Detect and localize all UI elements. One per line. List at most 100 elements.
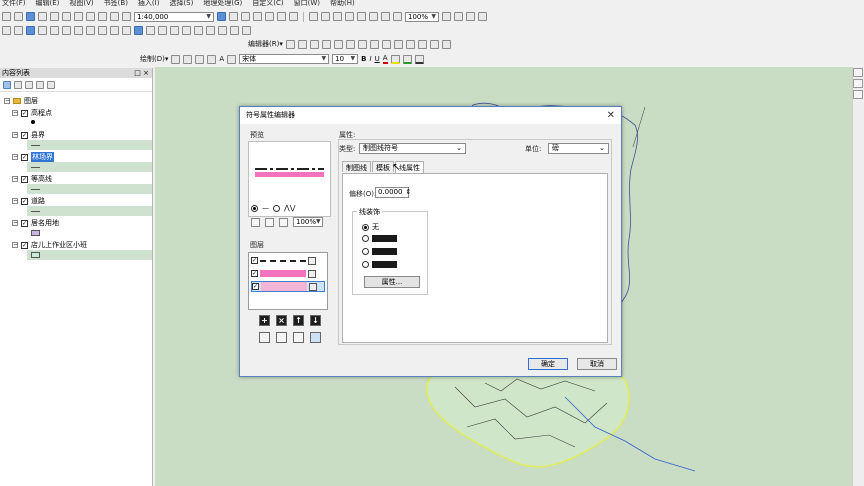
new-icon[interactable] (2, 12, 11, 21)
time-slider-icon[interactable] (218, 25, 227, 35)
cancel-button[interactable]: 取消 (577, 358, 617, 370)
symbol-layer-row[interactable]: ✓ (251, 255, 325, 266)
toc-layer-elevation-points[interactable]: − ✓ 高程点 (12, 108, 52, 118)
preview-zigzag-radio[interactable] (273, 204, 280, 212)
collapse-icon[interactable]: − (12, 176, 18, 182)
find-route-icon[interactable] (194, 25, 203, 35)
collapse-icon[interactable]: − (12, 110, 18, 116)
list-by-selection-icon[interactable] (36, 80, 44, 89)
copy-icon[interactable] (62, 12, 71, 21)
select-features-icon[interactable] (98, 25, 107, 35)
collapse-icon[interactable]: − (12, 132, 18, 138)
spinner-arrows-icon[interactable]: ⇕ (406, 188, 412, 197)
toc-layer-work-area-subcompartment[interactable]: − ✓ 店儿上作业区小班 (12, 240, 87, 250)
symbol-layer-row-selected[interactable]: ✓ (251, 281, 325, 292)
line-symbol-icon[interactable] (31, 189, 40, 190)
decoration-both-arrows-radio[interactable] (362, 261, 369, 268)
rotate-icon[interactable] (405, 39, 415, 49)
go-to-xy-icon[interactable] (206, 25, 215, 35)
marker-color-icon[interactable] (414, 54, 424, 64)
point-symbol-icon[interactable] (31, 120, 35, 124)
move-up-icon[interactable]: ↑ (293, 315, 304, 326)
layout-fixed-zoom-out-icon[interactable] (369, 12, 378, 21)
collapse-icon[interactable]: − (12, 198, 18, 204)
layer-visibility-checkbox[interactable]: ✓ (21, 109, 28, 117)
zoom-in-icon[interactable] (2, 25, 11, 35)
remove-layer-icon[interactable]: × (276, 315, 287, 326)
decoration-start-arrow-radio[interactable] (362, 235, 369, 242)
html-popup-icon[interactable] (158, 25, 167, 35)
lock-icon[interactable] (308, 269, 316, 278)
unit-combo[interactable]: 磅 ⌄ (548, 143, 609, 154)
fill-color-icon[interactable] (390, 54, 400, 64)
cut-polygon-icon[interactable] (381, 39, 391, 49)
decoration-option-start-arrow[interactable] (362, 235, 397, 242)
model-builder-icon[interactable] (289, 12, 298, 21)
layer-visibility-checkbox[interactable]: ✓ (21, 153, 28, 161)
fixed-zoom-out-icon[interactable] (62, 25, 71, 35)
measure-icon[interactable] (170, 25, 179, 35)
layout-focus-icon[interactable] (466, 12, 475, 21)
toc-layer-forest-farm-boundary[interactable]: − ✓ 林场界 (12, 152, 54, 162)
paste-layer-icon[interactable] (276, 332, 287, 343)
collapse-icon[interactable]: − (12, 242, 18, 248)
undo-icon[interactable] (98, 12, 107, 21)
python-icon[interactable] (277, 12, 286, 21)
search-dock-tab[interactable] (853, 79, 863, 88)
symbol-layer-checkbox[interactable]: ✓ (252, 283, 259, 290)
polygon-symbol-icon[interactable] (31, 252, 40, 258)
catalog-dock-tab[interactable] (853, 68, 863, 77)
split-icon[interactable] (393, 39, 403, 49)
actual-size-icon[interactable] (279, 217, 288, 227)
decoration-option-both-arrows[interactable] (362, 261, 397, 268)
list-by-drawing-order-icon[interactable] (3, 80, 11, 89)
cut-icon[interactable] (50, 12, 59, 21)
line-symbol-icon[interactable] (31, 211, 40, 212)
point-icon[interactable] (345, 39, 355, 49)
symbol-layer-checkbox[interactable]: ✓ (251, 257, 258, 264)
tab-cartographic-line[interactable]: 制图线 (342, 161, 371, 172)
collapse-icon[interactable]: − (12, 154, 18, 160)
edit-vertices-draw-icon[interactable] (227, 54, 237, 64)
menu-help[interactable]: 帮助(H) (330, 0, 355, 9)
layout-forward-icon[interactable] (393, 12, 402, 21)
line-symbol-icon[interactable] (31, 167, 40, 168)
layer-visibility-checkbox[interactable]: ✓ (21, 219, 28, 227)
create-features-icon[interactable] (441, 39, 451, 49)
pan-icon[interactable] (26, 25, 35, 35)
zoom-in-icon[interactable] (251, 217, 260, 227)
decoration-none-radio[interactable] (362, 223, 369, 231)
arctoolbox-icon[interactable] (265, 12, 274, 21)
list-by-visibility-icon[interactable] (25, 80, 33, 89)
italic-button[interactable]: I (370, 55, 372, 63)
reshape-icon[interactable] (369, 39, 379, 49)
menu-insert[interactable]: 插入(I) (138, 0, 160, 9)
toc-layer-county-boundary[interactable]: − ✓ 县界 (12, 130, 45, 140)
viewer-window-icon[interactable] (230, 25, 239, 35)
layout-zoom-in-icon[interactable] (309, 12, 318, 21)
layout-draft-icon[interactable] (454, 12, 463, 21)
layout-full-extent-icon[interactable] (345, 12, 354, 21)
close-icon[interactable]: □ × (134, 68, 149, 78)
layout-zoom-combo[interactable]: 100% ▼ (405, 11, 439, 22)
save-icon[interactable] (26, 12, 35, 21)
tab-template[interactable]: 模板 (372, 161, 394, 172)
layer-visibility-checkbox[interactable]: ✓ (21, 241, 28, 249)
layer-group-root[interactable]: − 图层 (4, 96, 38, 106)
font-name-combo[interactable]: 宋体 ▼ (239, 54, 330, 64)
decoration-option-end-arrow[interactable] (362, 248, 397, 255)
open-icon[interactable] (14, 12, 23, 21)
add-layer-icon[interactable]: + (259, 315, 270, 326)
preview-line-radio[interactable] (251, 204, 258, 212)
polygon-symbol-icon[interactable] (31, 230, 40, 236)
attributes-icon[interactable] (417, 39, 427, 49)
scale-combo[interactable]: 1:40,000 ▼ (134, 11, 214, 22)
reset-layer-icon[interactable] (293, 332, 304, 343)
delete-icon[interactable] (86, 12, 95, 21)
menu-file[interactable]: 文件(F) (2, 0, 26, 9)
decoration-option-none[interactable]: 无 (362, 222, 379, 232)
font-size-combo[interactable]: 10 ▼ (332, 54, 359, 64)
select-elements-arrow-icon[interactable] (171, 54, 181, 64)
edit-tool-icon[interactable] (285, 39, 295, 49)
paste-icon[interactable] (74, 12, 83, 21)
